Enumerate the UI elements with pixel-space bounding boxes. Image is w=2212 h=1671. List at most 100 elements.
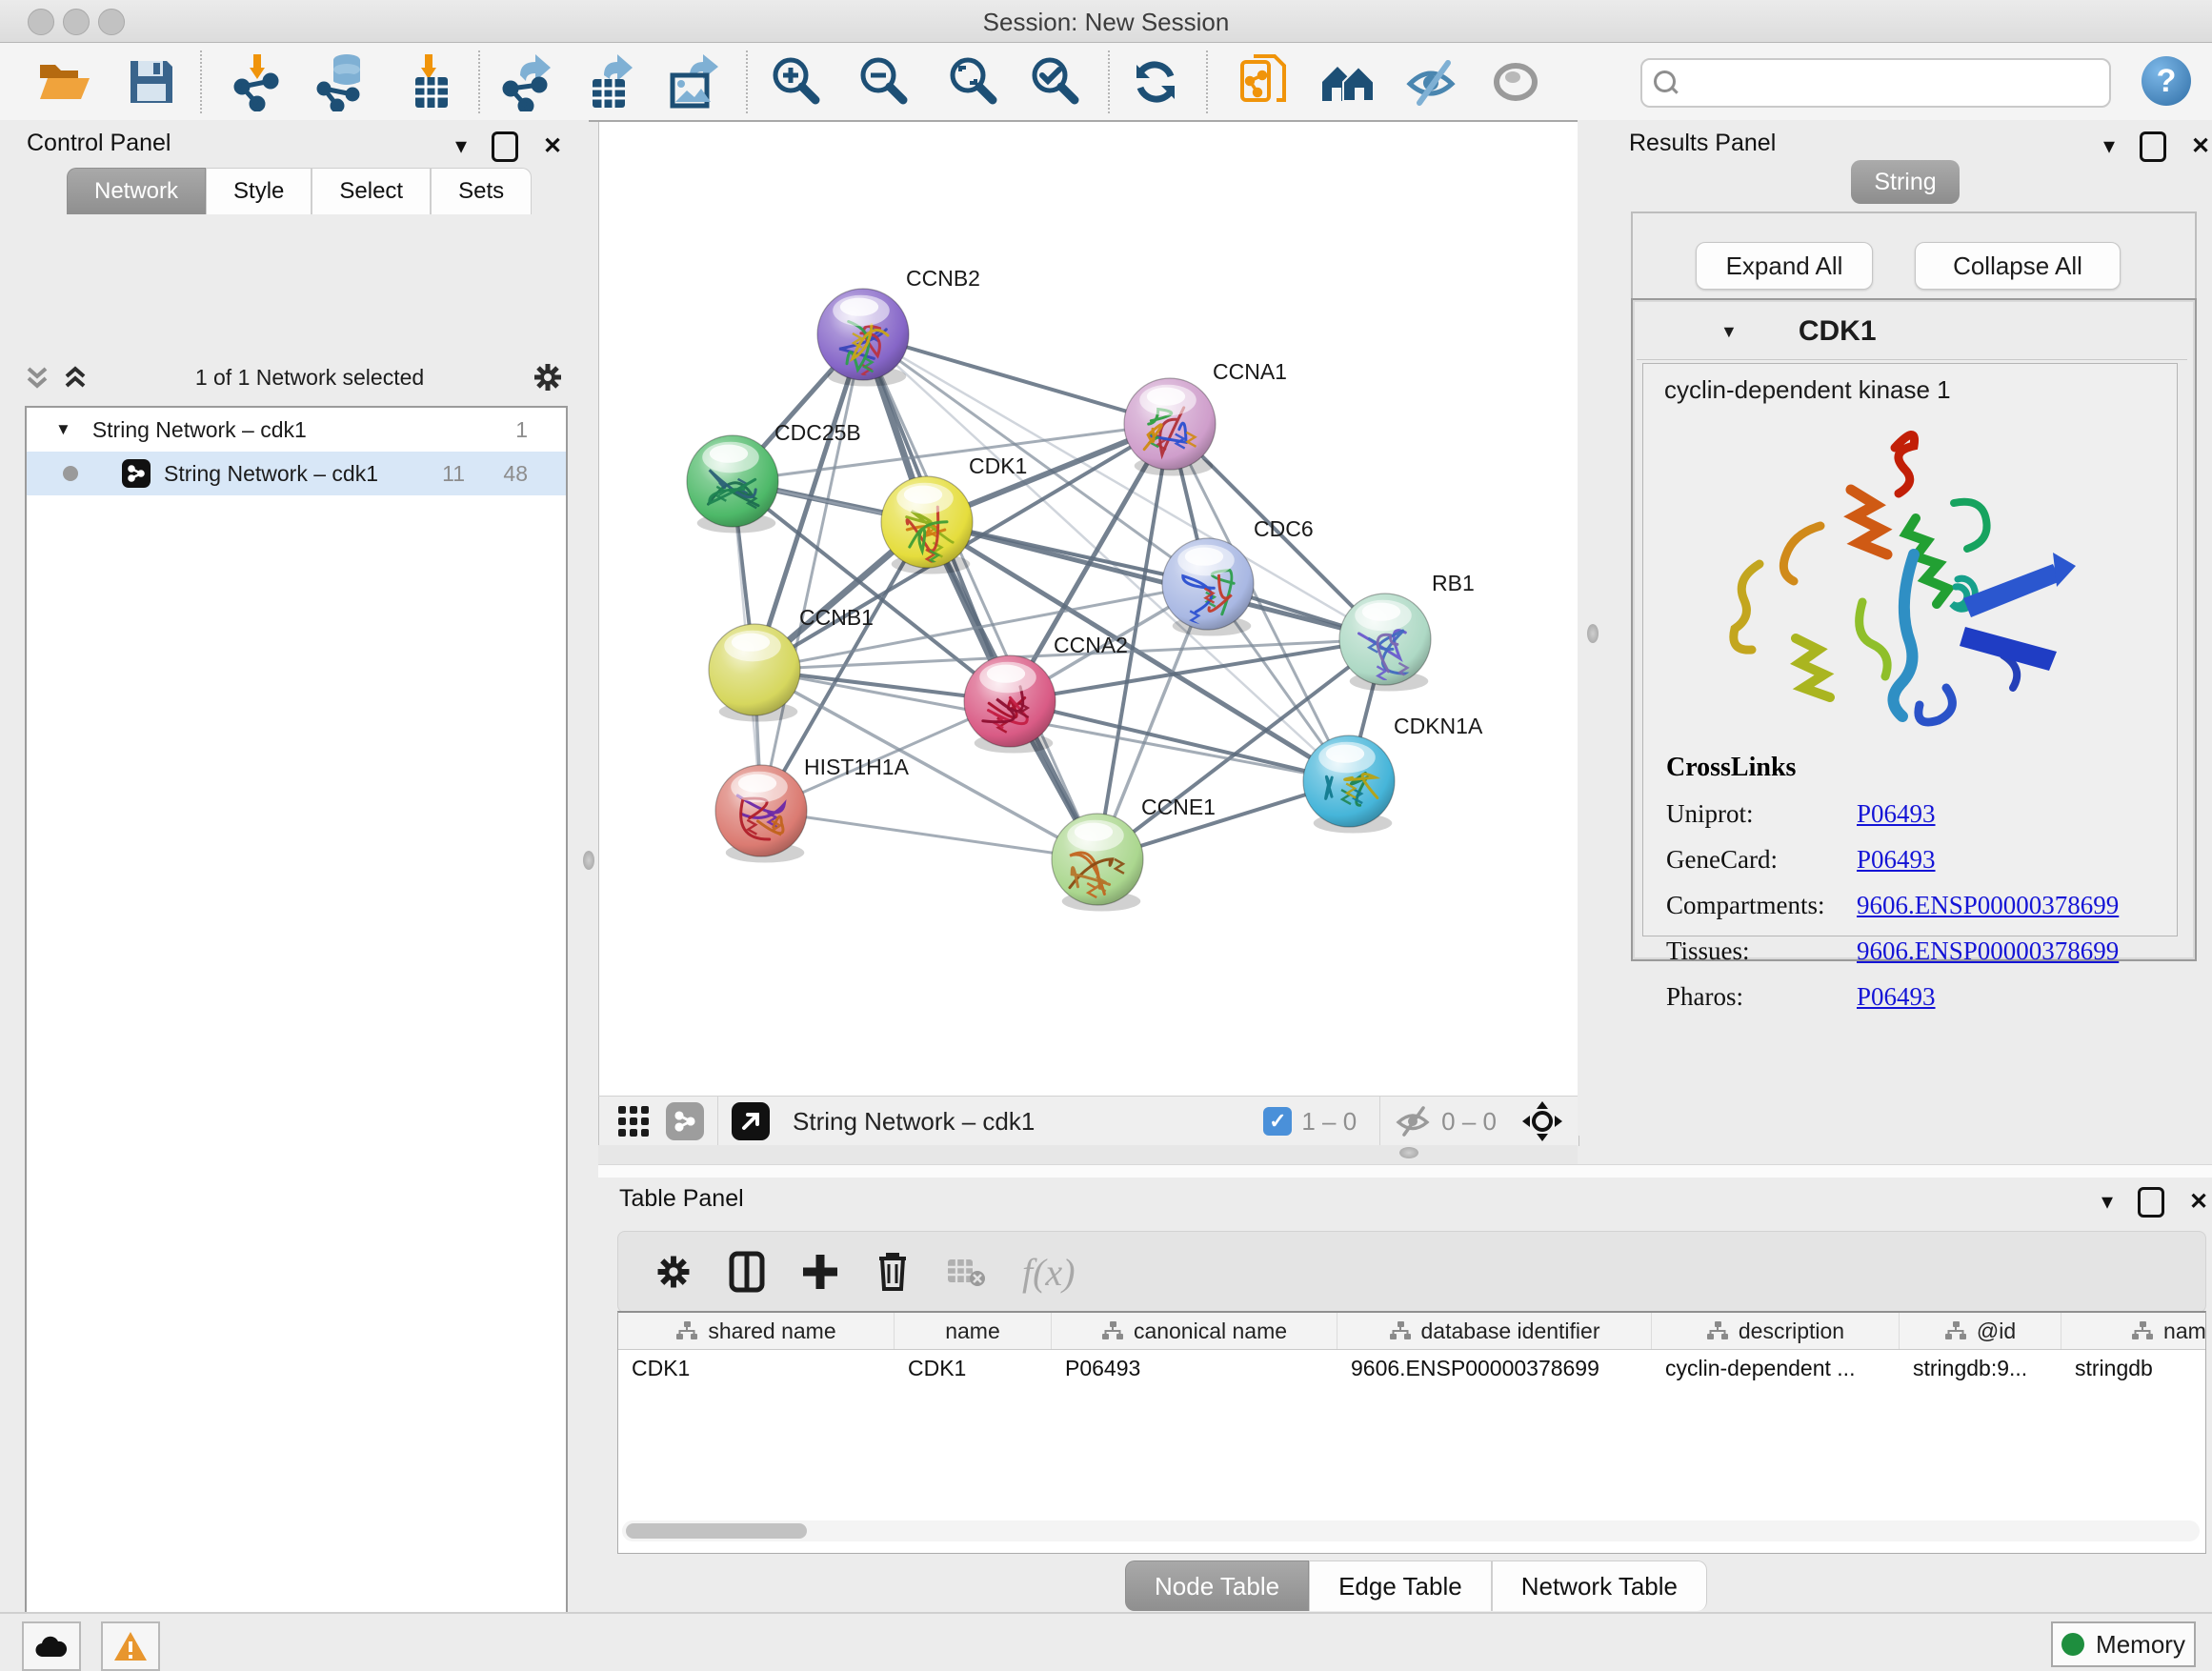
warning-status-button[interactable]	[101, 1621, 160, 1671]
search-input[interactable]	[1682, 64, 2096, 100]
expand-all-button[interactable]: Expand All	[1696, 242, 1873, 290]
tab-string[interactable]: String	[1851, 160, 1960, 204]
panel-menu-icon[interactable]: ▾	[2101, 1191, 2113, 1214]
network-selection-text: 1 of 1 Network selected	[88, 365, 532, 391]
gene-entry-header[interactable]: ▼ CDK1	[1637, 304, 2187, 360]
panel-close-icon[interactable]: ✕	[2191, 135, 2210, 158]
network-canvas[interactable]: CCNB2CCNA1CDC25BCDK1CDC6RB1CCNB1CCNA2CDK…	[598, 122, 1579, 1096]
zoom-out-icon[interactable]	[855, 52, 915, 111]
column-header-name[interactable]: name	[895, 1313, 1052, 1349]
column-header-description[interactable]: description	[1652, 1313, 1900, 1349]
collapse-all-icon[interactable]	[25, 363, 50, 392]
show-columns-icon[interactable]	[729, 1251, 765, 1293]
export-network-icon[interactable]	[499, 52, 558, 111]
panel-close-icon[interactable]: ✕	[543, 135, 562, 158]
column-header-namespace[interactable]: namespace	[2061, 1313, 2205, 1349]
table-cell[interactable]: CDK1	[618, 1349, 895, 1387]
table-cell[interactable]: stringdb:9...	[1900, 1349, 2061, 1387]
save-session-icon[interactable]	[122, 52, 181, 111]
graph-node-CDKN1A[interactable]	[1303, 735, 1395, 834]
entry-expander-icon[interactable]: ▼	[1720, 322, 1738, 342]
add-column-icon[interactable]	[801, 1253, 839, 1291]
panel-menu-icon[interactable]: ▾	[2103, 135, 2115, 158]
open-in-new-window-icon[interactable]	[732, 1102, 770, 1140]
delete-table-icon[interactable]	[946, 1256, 986, 1288]
left-splitter-handle[interactable]	[583, 851, 594, 870]
column-header-database-identifier[interactable]: database identifier	[1337, 1313, 1652, 1349]
table-cell[interactable]: 9606.ENSP00000378699	[1337, 1349, 1652, 1387]
graph-node-HIST1H1A[interactable]	[715, 765, 807, 863]
crosslink-link[interactable]: 9606.ENSP00000378699	[1857, 891, 2119, 920]
hide-panel-eye-icon[interactable]	[1402, 52, 1461, 111]
zoom-fit-icon[interactable]	[945, 52, 1004, 111]
gear-icon[interactable]	[532, 361, 564, 393]
show-panel-eye-icon[interactable]	[1486, 52, 1545, 111]
column-header-canonical-name[interactable]: canonical name	[1052, 1313, 1337, 1349]
scrollbar-thumb[interactable]	[626, 1523, 807, 1539]
crosslink-link[interactable]: 9606.ENSP00000378699	[1857, 936, 2119, 966]
table-cell[interactable]: cyclin-dependent ...	[1652, 1349, 1900, 1387]
birdseye-toggle-icon[interactable]	[1521, 1100, 1563, 1142]
export-image-icon[interactable]	[665, 52, 724, 111]
help-button[interactable]: ?	[2142, 56, 2191, 106]
network-graph[interactable]: CCNB2CCNA1CDC25BCDK1CDC6RB1CCNB1CCNA2CDK…	[599, 122, 1579, 1096]
table-row[interactable]: CDK1CDK1P064939606.ENSP00000378699cyclin…	[618, 1349, 2205, 1387]
right-splitter-handle[interactable]	[1587, 624, 1599, 643]
graph-node-CCNE1[interactable]	[1052, 814, 1143, 912]
panel-menu-icon[interactable]: ▾	[455, 135, 467, 158]
tab-network-table[interactable]: Network Table	[1492, 1560, 1707, 1611]
tab-edge-table[interactable]: Edge Table	[1309, 1560, 1492, 1611]
table-cell[interactable]: CDK1	[895, 1349, 1052, 1387]
graph-node-CCNA2[interactable]	[964, 655, 1056, 754]
import-table-icon[interactable]	[400, 52, 459, 111]
column-header--id[interactable]: @id	[1900, 1313, 2061, 1349]
cloud-status-button[interactable]	[22, 1621, 81, 1671]
delete-column-icon[interactable]	[875, 1251, 910, 1293]
network-collection-row[interactable]: ▼ String Network – cdk1 1	[27, 408, 566, 452]
import-network-icon[interactable]	[229, 52, 288, 111]
horizontal-scrollbar[interactable]	[622, 1520, 2200, 1541]
zoom-in-icon[interactable]	[768, 52, 827, 111]
graph-node-CDK1[interactable]	[881, 476, 973, 574]
toolbar-separator	[200, 50, 202, 113]
table-cell[interactable]: stringdb	[2061, 1349, 2205, 1387]
zoom-selected-icon[interactable]	[1027, 52, 1086, 111]
refresh-icon[interactable]	[1126, 52, 1185, 111]
graph-node-RB1[interactable]	[1339, 594, 1431, 692]
memory-button[interactable]: Memory	[2051, 1621, 2196, 1667]
open-folder-icon[interactable]	[34, 52, 93, 111]
home-pages-icon[interactable]	[1318, 52, 1377, 111]
column-header-shared-name[interactable]: shared name	[618, 1313, 895, 1349]
expand-all-icon[interactable]	[63, 363, 88, 392]
collection-count: 1	[515, 417, 528, 443]
selected-nodes-checkbox[interactable]: ✓	[1263, 1107, 1292, 1136]
bottom-splitter-handle[interactable]	[1399, 1147, 1418, 1158]
string-view-icon[interactable]	[666, 1102, 704, 1140]
tab-style[interactable]: Style	[206, 168, 312, 214]
tab-sets[interactable]: Sets	[431, 168, 532, 214]
panel-float-icon[interactable]	[2138, 1187, 2164, 1218]
hidden-eye-icon[interactable]	[1394, 1104, 1432, 1138]
grid-view-icon[interactable]	[616, 1104, 651, 1138]
tab-node-table[interactable]: Node Table	[1125, 1560, 1309, 1611]
panel-close-icon[interactable]: ✕	[2189, 1191, 2208, 1214]
graph-node-CCNA1[interactable]	[1124, 378, 1216, 476]
panel-float-icon[interactable]	[2140, 131, 2166, 162]
panel-float-icon[interactable]	[492, 131, 518, 162]
table-cell[interactable]: P06493	[1052, 1349, 1337, 1387]
network-row-selected[interactable]: String Network – cdk1 11 48	[27, 452, 566, 495]
tab-select[interactable]: Select	[312, 168, 431, 214]
tree-expander-icon[interactable]: ▼	[55, 420, 71, 439]
crosslink-link[interactable]: P06493	[1857, 845, 1936, 875]
tab-network[interactable]: Network	[67, 168, 206, 214]
function-builder-icon[interactable]: f(x)	[1022, 1250, 1076, 1295]
crosslink-link[interactable]: P06493	[1857, 799, 1936, 829]
graph-node-CCNB1[interactable]	[709, 624, 800, 722]
copy-network-icon[interactable]	[1235, 52, 1294, 111]
export-table-icon[interactable]	[581, 52, 640, 111]
table-gear-icon[interactable]	[654, 1253, 693, 1291]
import-network-database-icon[interactable]	[314, 52, 373, 111]
graph-node-CDC25B[interactable]	[687, 435, 778, 534]
crosslink-link[interactable]: P06493	[1857, 982, 1936, 1012]
collapse-all-button[interactable]: Collapse All	[1915, 242, 2121, 290]
